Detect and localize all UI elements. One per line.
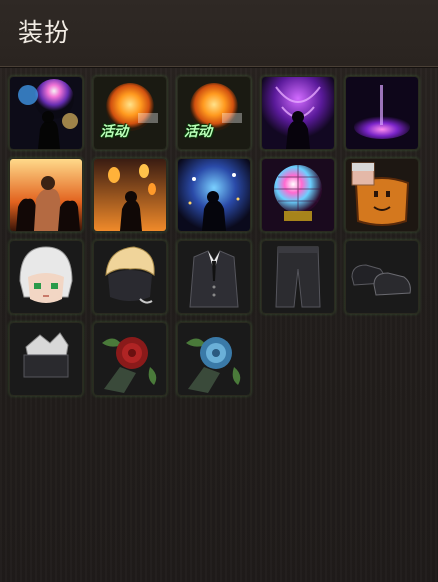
- lanterns-effect-slot[interactable]: [93, 158, 167, 232]
- sun-effect-2-slot[interactable]: 活动: [177, 76, 251, 150]
- black-pants-slot[interactable]: [261, 240, 335, 314]
- purple-aura-effect-slot[interactable]: [261, 76, 335, 150]
- blue-rose-slot[interactable]: [177, 322, 251, 396]
- pocket-square-icon: [10, 323, 82, 395]
- disco-ball-icon: [262, 159, 334, 231]
- blue-sparkle-effect-slot[interactable]: [177, 158, 251, 232]
- sun-effect-1-slot[interactable]: 活动: [93, 76, 167, 150]
- disco-ball-effect-slot[interactable]: [261, 158, 335, 232]
- avatar-box-icon: [346, 159, 418, 231]
- blue-rose-icon: [178, 323, 250, 395]
- pocket-square-slot[interactable]: [9, 322, 83, 396]
- lanterns-icon: [94, 159, 166, 231]
- white-hair-head-icon: [10, 241, 82, 313]
- header-bar: 装扮: [0, 0, 438, 67]
- pants-icon: [262, 241, 334, 313]
- purple-ring-effect-slot[interactable]: [345, 76, 419, 150]
- fireworks-icon: [10, 77, 82, 149]
- shoes-icon: [346, 241, 418, 313]
- blonde-chibi-head-slot[interactable]: [93, 240, 167, 314]
- event-tag: 活动: [100, 124, 128, 140]
- red-rose-icon: [94, 323, 166, 395]
- black-suit-slot[interactable]: [177, 240, 251, 314]
- wardrobe-panel: 装扮 活动 活动: [0, 0, 438, 582]
- blonde-head-icon: [94, 241, 166, 313]
- event-tag: 活动: [184, 124, 212, 140]
- suit-icon: [178, 241, 250, 313]
- fireworks-effect-slot[interactable]: [9, 76, 83, 150]
- purple-aura-icon: [262, 77, 334, 149]
- avatar-frame-box-slot[interactable]: [345, 158, 419, 232]
- fire-heroes-effect-slot[interactable]: [9, 158, 83, 232]
- red-rose-slot[interactable]: [93, 322, 167, 396]
- black-shoes-slot[interactable]: [345, 240, 419, 314]
- fire-heroes-icon: [10, 159, 82, 231]
- white-hair-head-slot[interactable]: [9, 240, 83, 314]
- purple-ring-icon: [346, 77, 418, 149]
- blue-sparkle-icon: [178, 159, 250, 231]
- page-title: 装扮: [18, 18, 71, 47]
